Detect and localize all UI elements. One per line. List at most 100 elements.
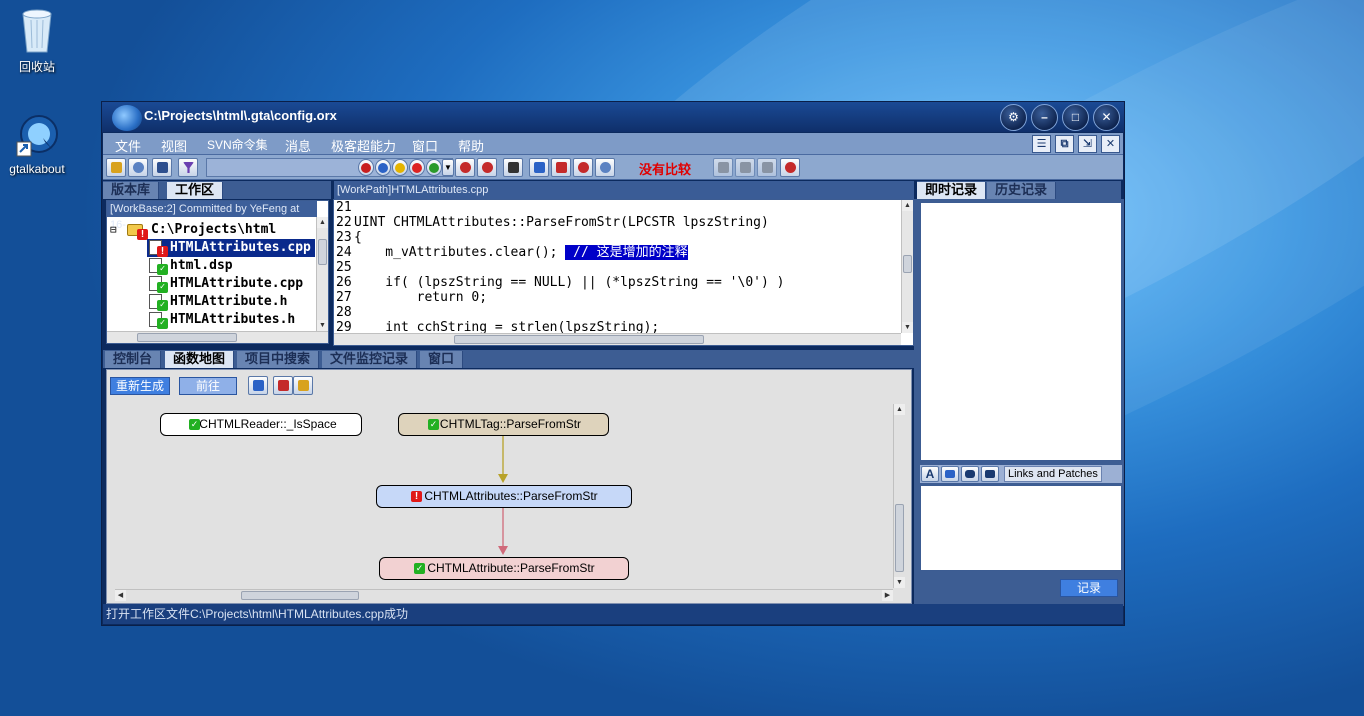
map-horizontal-scrollbar[interactable]: ◀ ▶: [115, 589, 893, 601]
tab-window[interactable]: 窗口: [420, 351, 464, 368]
restore-window-icon[interactable]: ⧉: [1055, 135, 1074, 153]
scroll-right-arrow-icon[interactable]: ▶: [882, 590, 893, 601]
word-wrap-icon[interactable]: [551, 158, 571, 177]
scroll-thumb[interactable]: [137, 333, 237, 342]
insert-image-icon[interactable]: [941, 466, 959, 482]
code-line: 28: [336, 305, 352, 320]
tree-horizontal-scrollbar[interactable]: [107, 331, 328, 343]
editor-horizontal-scrollbar[interactable]: [334, 333, 901, 345]
filter-icon[interactable]: [178, 158, 198, 177]
layout-toggle-icon[interactable]: ☰: [1032, 135, 1051, 153]
graph-node-is-space[interactable]: ✓ CHTMLReader::_IsSpace: [160, 413, 362, 436]
svn-commit-icon[interactable]: [375, 159, 391, 176]
find-icon[interactable]: [455, 158, 475, 177]
tab-repository[interactable]: 版本库: [103, 182, 160, 199]
dropdown-arrow-icon[interactable]: ▼: [442, 159, 454, 176]
node-label: CHTMLAttribute::ParseFromStr: [427, 561, 595, 575]
editor-vertical-scrollbar[interactable]: ▲ ▼: [901, 200, 913, 333]
scroll-up-arrow-icon[interactable]: ▲: [317, 217, 328, 228]
graph-node-attributes-parse[interactable]: ! CHTMLAttributes::ParseFromStr: [376, 485, 632, 508]
tab-project-search[interactable]: 项目中搜索: [237, 351, 320, 368]
tab-console[interactable]: 控制台: [105, 351, 162, 368]
links-patches-area[interactable]: [920, 485, 1122, 571]
scroll-thumb[interactable]: [241, 591, 359, 600]
scroll-thumb[interactable]: [903, 255, 912, 273]
scroll-up-arrow-icon[interactable]: ▲: [902, 200, 913, 211]
recycle-bin-label: 回收站: [18, 60, 55, 74]
code-line: 26 if( (lpszString == NULL) || (*lpszStr…: [336, 275, 785, 290]
edit-doc-icon[interactable]: [529, 158, 549, 177]
close-document-icon[interactable]: ✕: [1101, 135, 1120, 153]
font-icon[interactable]: A: [921, 466, 939, 482]
links-and-patches-label[interactable]: Links and Patches: [1004, 466, 1102, 482]
tree-vertical-scrollbar[interactable]: ▲ ▼: [316, 217, 328, 331]
tree-item-label: HTMLAttributes.cpp: [170, 240, 311, 255]
tree-item-label: HTMLAttribute.cpp: [170, 276, 304, 291]
modified-badge-icon: !: [157, 246, 168, 257]
scroll-left-arrow-icon[interactable]: ◀: [115, 590, 126, 601]
scroll-thumb[interactable]: [318, 239, 327, 265]
code-line: 21: [336, 200, 352, 215]
recycle-bin-shortcut[interactable]: 回收站: [0, 6, 77, 75]
close-button[interactable]: ✕: [1093, 104, 1120, 131]
tab-function-map[interactable]: 函数地图: [165, 351, 235, 368]
gtalkabout-label: gtalkabout: [9, 162, 65, 176]
tree-item-label: HTMLAttribute.h: [170, 294, 288, 309]
status-bar: 打开工作区文件C:\Projects\html\HTMLAttributes.c…: [103, 604, 1123, 624]
minimize-button[interactable]: –: [1031, 104, 1058, 131]
record-toolbar: A Links and Patches: [920, 465, 1122, 483]
graph-node-tag-parse[interactable]: ✓ CHTMLTag::ParseFromStr: [398, 413, 609, 436]
menu-geek-powers[interactable]: 极客超能力: [331, 136, 396, 155]
replace-icon[interactable]: [477, 158, 497, 177]
scroll-down-arrow-icon[interactable]: ▼: [317, 320, 328, 331]
menu-help[interactable]: 帮助: [458, 136, 484, 155]
float-window-icon[interactable]: ⇲: [1078, 135, 1097, 153]
scroll-thumb[interactable]: [895, 504, 904, 572]
record-button[interactable]: 记录: [1060, 579, 1118, 597]
toolbar-combo-box[interactable]: ▼: [206, 158, 454, 177]
ok-badge-icon: ✓: [189, 419, 200, 430]
scroll-thumb[interactable]: [454, 335, 704, 344]
compare-merge-icon[interactable]: [757, 158, 777, 177]
gtalkabout-shortcut[interactable]: gtalkabout: [0, 112, 77, 176]
bookmark-icon[interactable]: [573, 158, 593, 177]
tree-item-label: html.dsp: [170, 258, 233, 273]
tab-instant-record[interactable]: 即时记录: [917, 182, 987, 199]
title-bar[interactable]: C:\Projects\html\.gta\config.orx ⚙ – □ ✕: [102, 102, 1124, 132]
search-files-icon[interactable]: [128, 158, 148, 177]
print-icon[interactable]: [503, 158, 523, 177]
scroll-up-arrow-icon[interactable]: ▲: [894, 404, 905, 415]
open-folder-icon[interactable]: [106, 158, 126, 177]
screenshot-icon[interactable]: [981, 466, 999, 482]
zoom-icon[interactable]: [595, 158, 615, 177]
call-graph-edges: [498, 435, 508, 555]
graph-node-attribute-parse[interactable]: ✓ CHTMLAttribute::ParseFromStr: [379, 557, 629, 580]
maximize-button[interactable]: □: [1062, 104, 1089, 131]
tab-workspace[interactable]: 工作区: [167, 182, 224, 199]
compare-prev-icon[interactable]: [713, 158, 733, 177]
code-editor[interactable]: 21 22 UINT CHTMLAttributes::ParseFromStr(…: [333, 199, 914, 346]
tab-file-monitor-log[interactable]: 文件监控记录: [322, 351, 418, 368]
menu-file[interactable]: 文件: [115, 136, 141, 155]
scroll-down-arrow-icon[interactable]: ▼: [902, 322, 913, 333]
svn-log-icon[interactable]: [409, 159, 425, 176]
tab-history-record[interactable]: 历史记录: [987, 182, 1057, 199]
scroll-down-arrow-icon[interactable]: ▼: [894, 577, 905, 588]
svn-revert-icon[interactable]: [426, 159, 442, 176]
camera-icon[interactable]: [961, 466, 979, 482]
instant-record-area[interactable]: [920, 202, 1122, 461]
compare-next-icon[interactable]: [735, 158, 755, 177]
settings-gear-icon[interactable]: ⚙: [1000, 104, 1027, 131]
menu-messages[interactable]: 消息: [285, 136, 311, 155]
svn-update-icon[interactable]: [358, 159, 374, 176]
svn-diff-icon[interactable]: [392, 159, 408, 176]
collapse-toggle-icon[interactable]: ⊟: [110, 221, 117, 239]
tree-item[interactable]: ! HTMLAttributes.cpp: [147, 239, 315, 257]
window-list-icon[interactable]: [152, 158, 172, 177]
menu-window[interactable]: 窗口: [412, 136, 438, 155]
menu-svn-commands[interactable]: SVN命令集: [207, 136, 268, 153]
menu-view[interactable]: 视图: [161, 136, 187, 155]
refresh-icon[interactable]: [780, 158, 800, 177]
left-tabs: 版本库 工作区: [103, 181, 331, 199]
map-vertical-scrollbar[interactable]: ▲ ▼: [893, 404, 905, 588]
